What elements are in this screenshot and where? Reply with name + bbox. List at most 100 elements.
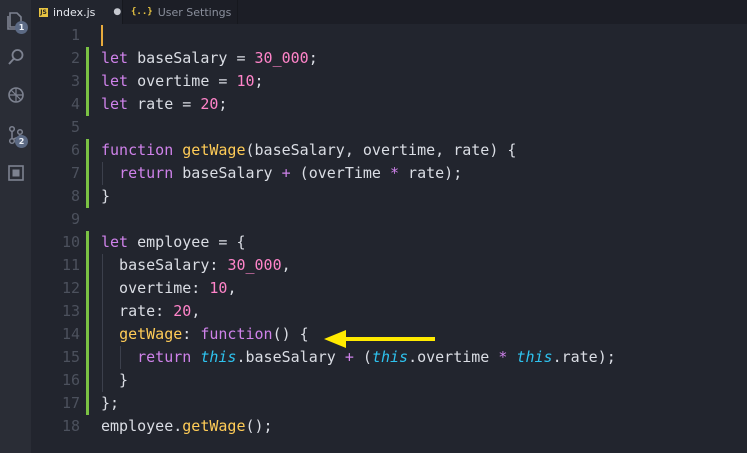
code-text: return baseSalary + (overTime * rate); bbox=[101, 162, 462, 185]
tab-user-settings[interactable]: {..} User Settings bbox=[122, 0, 238, 24]
code-token: let bbox=[101, 233, 129, 251]
code-token: + bbox=[344, 348, 354, 366]
source-control-button[interactable]: 2 bbox=[0, 120, 31, 150]
code-text: let overtime = 10; bbox=[101, 70, 264, 93]
code-line[interactable]: 18 employee.getWage(); bbox=[31, 415, 747, 438]
code-token: baseSalary = bbox=[128, 49, 255, 67]
code-token: (); bbox=[245, 417, 273, 435]
line-number: 5 bbox=[70, 118, 80, 136]
code-line[interactable]: 2 let baseSalary = 30_000; bbox=[31, 47, 747, 70]
line-number: 4 bbox=[70, 95, 80, 113]
code-token: 20 bbox=[200, 95, 219, 113]
code-text: baseSalary: 30_000, bbox=[101, 254, 291, 277]
code-token: 30_000 bbox=[254, 49, 309, 67]
code-line[interactable]: 4 let rate = 20; bbox=[31, 93, 747, 116]
code-token: employee. bbox=[101, 417, 183, 435]
activity-bar: 1 2 bbox=[0, 0, 31, 453]
code-token: rate); bbox=[399, 164, 463, 182]
code-token: 20 bbox=[173, 302, 192, 320]
code-token: employee = { bbox=[128, 233, 246, 251]
code-token: ; bbox=[254, 72, 264, 90]
git-added-marker bbox=[86, 93, 89, 116]
code-line[interactable]: 16 } bbox=[31, 369, 747, 392]
code-line[interactable]: 7 return baseSalary + (overTime * rate); bbox=[31, 162, 747, 185]
code-token: getWage bbox=[182, 141, 246, 159]
line-number: 9 bbox=[70, 210, 80, 228]
git-added-marker bbox=[86, 231, 89, 254]
line-number: 7 bbox=[70, 164, 80, 182]
tab-bar: JS index.js ● {..} User Settings bbox=[31, 0, 747, 24]
line-number: 8 bbox=[70, 187, 80, 205]
debug-button[interactable] bbox=[0, 80, 31, 110]
code-token: 10 bbox=[209, 279, 228, 297]
git-added-marker bbox=[86, 139, 89, 162]
code-token: , bbox=[191, 302, 201, 320]
code-token: 10 bbox=[236, 72, 255, 90]
code-token: }; bbox=[101, 394, 120, 412]
code-token: overtime: bbox=[101, 279, 210, 297]
code-token: : bbox=[182, 325, 201, 343]
code-line[interactable]: 11 baseSalary: 30_000, bbox=[31, 254, 747, 277]
extensions-button[interactable] bbox=[0, 158, 31, 188]
git-added-marker bbox=[86, 392, 89, 415]
unsaved-dot-icon[interactable]: ● bbox=[113, 7, 121, 17]
code-line[interactable]: 3 let overtime = 10; bbox=[31, 70, 747, 93]
explorer-button[interactable]: 1 bbox=[0, 6, 31, 36]
line-number: 13 bbox=[61, 302, 80, 320]
git-added-marker bbox=[86, 346, 89, 369]
git-added-marker bbox=[86, 162, 89, 185]
code-token: return bbox=[137, 348, 192, 366]
code-text: }; bbox=[101, 392, 119, 415]
git-added-marker bbox=[86, 70, 89, 93]
code-text: let baseSalary = 30_000; bbox=[101, 47, 318, 70]
git-added-marker bbox=[86, 300, 89, 323]
code-token: .overtime bbox=[408, 348, 499, 366]
code-text: let employee = { bbox=[101, 231, 246, 254]
indent-guide bbox=[102, 254, 103, 392]
git-added-marker bbox=[86, 323, 89, 346]
code-token: rate: bbox=[101, 302, 174, 320]
code-text: employee.getWage(); bbox=[101, 415, 273, 438]
code-token: baseSalary bbox=[173, 164, 282, 182]
line-number: 10 bbox=[61, 233, 80, 251]
code-token: } bbox=[101, 187, 111, 205]
code-line[interactable]: 9 bbox=[31, 208, 747, 231]
line-number: 16 bbox=[61, 371, 80, 389]
code-token: overtime = bbox=[128, 72, 237, 90]
tab-label: index.js bbox=[53, 5, 96, 19]
code-token: rate = bbox=[128, 95, 201, 113]
code-line[interactable]: 13 rate: 20, bbox=[31, 300, 747, 323]
code-line[interactable]: 5 bbox=[31, 116, 747, 139]
line-number: 12 bbox=[61, 279, 80, 297]
code-text: let rate = 20; bbox=[101, 93, 227, 116]
code-token: this bbox=[516, 348, 553, 366]
git-added-marker bbox=[86, 277, 89, 300]
code-text: overtime: 10, bbox=[101, 277, 236, 300]
line-number: 6 bbox=[70, 141, 80, 159]
code-token: let bbox=[101, 95, 129, 113]
code-line[interactable]: 10 let employee = { bbox=[31, 231, 747, 254]
tab-label: User Settings bbox=[157, 5, 232, 19]
line-number: 18 bbox=[61, 417, 80, 435]
search-button[interactable] bbox=[0, 42, 31, 72]
code-token: this bbox=[200, 348, 237, 366]
code-line[interactable]: 8} bbox=[31, 185, 747, 208]
code-line[interactable]: 17}; bbox=[31, 392, 747, 415]
code-text: return this.baseSalary + (this.overtime … bbox=[101, 346, 616, 369]
code-token: () { bbox=[272, 325, 309, 343]
source-control-badge: 2 bbox=[15, 135, 28, 148]
code-text: rate: 20, bbox=[101, 300, 200, 323]
code-editor[interactable]: 1 2 let baseSalary = 30_000; 3 let overtime … bbox=[31, 24, 747, 453]
code-token: } bbox=[101, 371, 129, 389]
code-line[interactable]: 12 overtime: 10, bbox=[31, 277, 747, 300]
code-token: return bbox=[119, 164, 174, 182]
code-line[interactable]: 1 bbox=[31, 24, 747, 47]
code-text: function getWage(baseSalary, overtime, r… bbox=[101, 139, 516, 162]
tab-index-js[interactable]: JS index.js ● bbox=[31, 0, 122, 24]
yellow-arrow-annotation bbox=[324, 330, 435, 348]
code-line[interactable]: 6 function getWage(baseSalary, overtime, … bbox=[31, 139, 747, 162]
code-line[interactable]: 15 return this.baseSalary + (this.overti… bbox=[31, 346, 747, 369]
